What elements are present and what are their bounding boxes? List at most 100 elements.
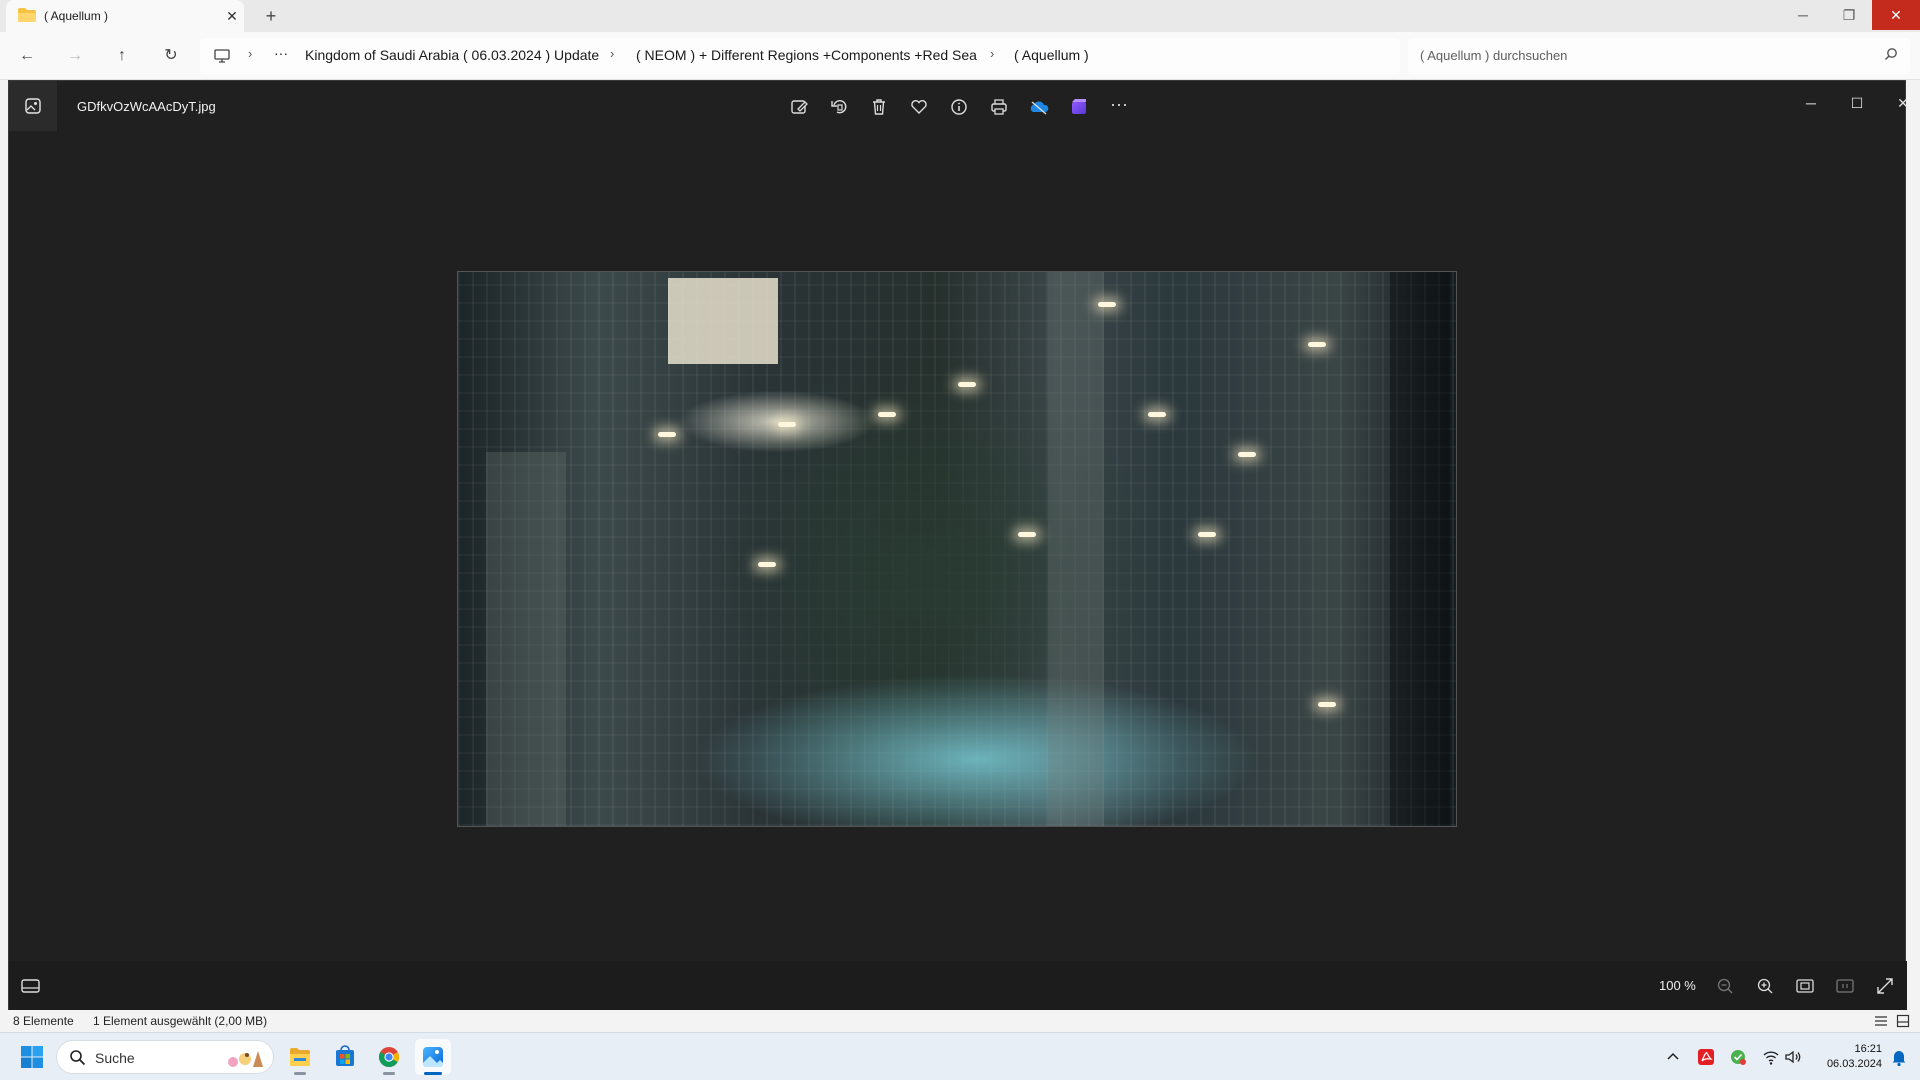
selection-info: 1 Element ausgewählt (2,00 MB) — [93, 1014, 268, 1028]
onedrive-button[interactable] — [1026, 94, 1052, 120]
breadcrumb-separator: › — [990, 46, 995, 61]
photo-light — [1308, 342, 1326, 347]
clipchamp-button[interactable] — [1066, 94, 1092, 120]
delete-button[interactable] — [866, 94, 892, 120]
active-indicator — [424, 1072, 442, 1075]
print-button[interactable] — [986, 94, 1012, 120]
search-icon — [70, 1050, 86, 1066]
tab-title: ( Aquellum ) — [44, 9, 109, 23]
taskbar-search-input[interactable]: Suche — [56, 1040, 274, 1074]
microsoft-store-icon — [336, 1045, 354, 1066]
refresh-button[interactable]: ↻ — [159, 44, 183, 68]
explorer-status-bar: 8 Elemente 1 Element ausgewählt (2,00 MB… — [0, 1010, 1920, 1032]
breadcrumb-separator: › — [248, 46, 253, 61]
more-options-button[interactable]: ··· — [1106, 94, 1132, 120]
photo-light — [878, 412, 896, 417]
taskbar-clock[interactable]: 16:21 06.03.2024 — [1812, 1042, 1882, 1072]
chevron-up-icon[interactable] — [1662, 1045, 1684, 1069]
acrobat-tray-icon[interactable] — [1695, 1045, 1717, 1069]
up-button[interactable]: ↑ — [110, 44, 134, 68]
chrome-icon — [379, 1047, 399, 1067]
notification-bell-icon[interactable] — [1888, 1045, 1910, 1069]
photos-app-icon — [9, 81, 57, 131]
edit-icon — [791, 100, 808, 114]
photo-light — [1198, 532, 1216, 537]
photo-light — [758, 562, 776, 567]
photo-light — [1148, 412, 1166, 417]
photo-pillar — [486, 452, 566, 826]
breadcrumb-item-saudi-arabia[interactable]: Kingdom of Saudi Arabia ( 06.03.2024 ) U… — [305, 47, 599, 63]
file-info-button[interactable] — [946, 94, 972, 120]
filmstrip-icon[interactable] — [19, 975, 43, 997]
info-icon — [951, 99, 967, 115]
photo-skylight — [668, 278, 778, 364]
breadcrumb[interactable]: › ··· Kingdom of Saudi Arabia ( 06.03.20… — [200, 38, 1400, 74]
item-count: 8 Elemente — [13, 1014, 74, 1028]
viewer-title-bar: GDfkvOzWcAAcDyT.jpg ··· ─ ☐ ✕ — [9, 81, 1909, 131]
zoom-in-icon[interactable] — [1753, 974, 1777, 998]
zoom-level: 100 % — [1659, 978, 1696, 993]
chrome-taskbar-button[interactable] — [371, 1039, 407, 1075]
fullscreen-icon[interactable] — [1873, 974, 1897, 998]
zoom-out-icon[interactable] — [1713, 974, 1737, 998]
delete-icon — [873, 99, 885, 115]
computer-icon — [214, 49, 230, 63]
address-bar: ← → ↑ ↻ › ··· Kingdom of Saudi Arabia ( … — [0, 32, 1920, 80]
tab-close-icon[interactable]: ✕ — [222, 6, 242, 26]
rotate-button[interactable] — [826, 94, 852, 120]
actual-size-icon[interactable] — [1833, 974, 1857, 998]
security-tray-icon[interactable] — [1727, 1045, 1749, 1069]
details-view-icon[interactable] — [1874, 1014, 1888, 1028]
file-explorer-taskbar-button[interactable] — [282, 1039, 318, 1075]
running-indicator — [383, 1072, 395, 1075]
clock-time: 16:21 — [1854, 1043, 1882, 1055]
wifi-icon[interactable] — [1760, 1045, 1782, 1069]
breadcrumb-item-aquellum[interactable]: ( Aquellum ) — [1014, 47, 1089, 63]
viewer-close-button[interactable]: ✕ — [1883, 89, 1920, 117]
viewer-maximize-button[interactable]: ☐ — [1837, 89, 1877, 117]
folder-search-input[interactable]: ( Aquellum ) durchsuchen — [1408, 38, 1910, 74]
search-highlight-icon — [228, 1051, 263, 1067]
forward-button[interactable]: → — [63, 44, 87, 68]
photos-taskbar-button[interactable] — [415, 1039, 451, 1075]
image-icon — [25, 98, 41, 114]
fit-to-window-icon[interactable] — [1793, 974, 1817, 998]
taskbar: Suche 16:21 06.03.2024 — [0, 1032, 1920, 1080]
tiles-view-icon[interactable] — [1896, 1014, 1910, 1028]
file-explorer-icon — [290, 1048, 310, 1066]
window-close-button[interactable]: ✕ — [1872, 0, 1920, 30]
breadcrumb-separator: › — [610, 46, 615, 61]
clipchamp-icon — [1072, 99, 1086, 114]
onedrive-icon — [1030, 101, 1049, 115]
edit-image-button[interactable] — [786, 94, 812, 120]
breadcrumb-item-neom[interactable]: ( NEOM ) + Different Regions +Components… — [636, 47, 977, 63]
photo-light — [1238, 452, 1256, 457]
breadcrumb-more-button[interactable]: ··· — [274, 45, 288, 61]
window-minimize-button[interactable]: ─ — [1780, 0, 1826, 30]
photos-icon — [423, 1047, 443, 1067]
displayed-photo[interactable] — [457, 271, 1457, 827]
new-tab-button[interactable]: + — [260, 6, 282, 28]
photo-light — [778, 422, 796, 427]
photos-viewer-window: GDfkvOzWcAAcDyT.jpg ··· ─ ☐ ✕ 100 % — [8, 80, 1909, 1011]
rotate-icon — [831, 99, 847, 114]
explorer-tab[interactable]: ( Aquellum ) ✕ — [6, 0, 244, 32]
photo-light — [658, 432, 676, 437]
back-button[interactable]: ← — [15, 44, 39, 68]
volume-icon[interactable] — [1782, 1045, 1804, 1069]
viewer-filename: GDfkvOzWcAAcDyT.jpg — [77, 99, 216, 114]
running-indicator — [294, 1072, 306, 1075]
window-restore-button[interactable]: ❐ — [1826, 0, 1872, 30]
taskbar-search-label: Suche — [95, 1050, 135, 1066]
viewer-minimize-button[interactable]: ─ — [1791, 89, 1831, 117]
favorite-icon — [911, 100, 927, 114]
microsoft-store-taskbar-button[interactable] — [327, 1039, 363, 1075]
photo-pillar — [1048, 272, 1104, 826]
explorer-tab-bar: ( Aquellum ) ✕ + ─ ❐ ✕ — [0, 0, 1920, 32]
photo-light — [1018, 532, 1036, 537]
favorite-button[interactable] — [906, 94, 932, 120]
search-icon — [1884, 48, 1897, 61]
print-icon — [991, 99, 1007, 115]
windows-start-icon[interactable] — [20, 1045, 44, 1069]
viewer-bottom-bar: 100 % — [9, 961, 1907, 1011]
